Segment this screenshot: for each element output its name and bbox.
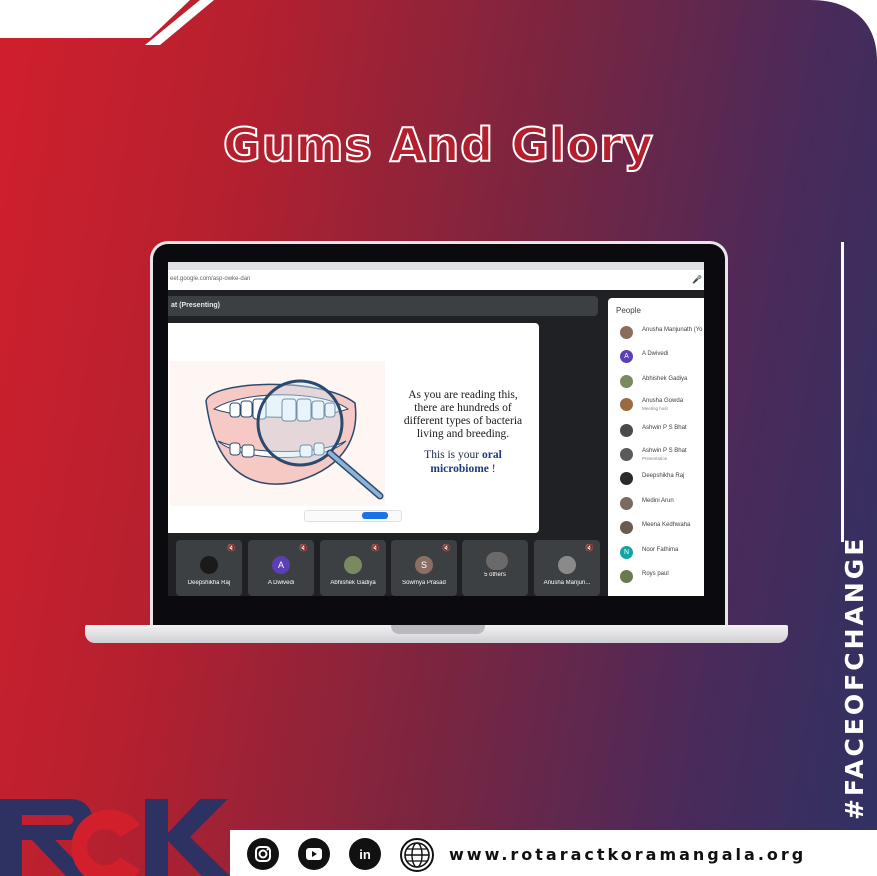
participant-avatar [620, 570, 633, 583]
participant-name: Anusha Manjunath (Yo [642, 327, 703, 333]
youtube-icon[interactable] [298, 838, 330, 870]
linkedin-icon[interactable]: in [349, 838, 381, 870]
participant-name: Ashwin P S Bhat [642, 448, 687, 454]
voice-search-icon[interactable]: 🎤 [692, 275, 702, 284]
participant-name: Meena Kedhwaha [642, 522, 691, 528]
participant-avatar: N [620, 546, 633, 559]
tile-name: Sowmya Prasad [402, 580, 446, 586]
participant-avatar [620, 521, 633, 534]
muted-mic-icon: 🔇 [442, 545, 451, 552]
poster-title: Gums And Glory [222, 117, 654, 173]
slide-line: As you are reading this, [408, 389, 518, 401]
participant-name: Anusha Gowda [642, 398, 684, 404]
participant-tile[interactable]: 🔇 Anusha Manjun... [534, 540, 600, 596]
tile-name: Abhishek Gadiya [330, 580, 376, 586]
top-accent-lines [0, 0, 214, 45]
participant-tile[interactable]: 🔇 Abhishek Gadiya [320, 540, 386, 596]
globe-icon[interactable] [400, 838, 434, 872]
participant-role: Presentation [642, 456, 668, 461]
participant-tile[interactable]: 🔇 S Sowmya Prasad [391, 540, 457, 596]
slide-suffix: ! [488, 463, 496, 475]
participant-name: Ashwin P S Bhat [642, 425, 687, 431]
presenting-bar [168, 296, 598, 316]
participant-avatar [620, 472, 633, 485]
participant-avatar [620, 326, 633, 339]
people-panel: People Anusha Manjunath (Yo A A Dwivedi Abh… [608, 298, 704, 596]
poster: Gums And Glory #FACEOFCHANGE eet.google.… [0, 0, 877, 876]
tile-avatar [558, 556, 576, 574]
tile-avatar: A [272, 556, 290, 574]
presenting-label: at (Presenting) [171, 302, 221, 309]
laptop-screen: eet.google.com/asp-owke-dan 🎤 at (Presen… [168, 262, 704, 596]
rck-logo [0, 799, 230, 876]
vertical-divider [841, 242, 844, 542]
participant-avatar [620, 448, 633, 461]
participant-avatar [620, 375, 633, 388]
tile-name: Deepshikha Raj [187, 580, 231, 586]
participant-name: Abhishek Gadiya [642, 376, 688, 382]
top-right-corner [810, 0, 877, 60]
tile-avatar [200, 556, 218, 574]
participant-role: Meeting host [642, 406, 668, 411]
people-title: People [616, 306, 641, 315]
presentation-slide: As you are reading this, there are hundr… [168, 323, 539, 586]
slide-body-text: As you are reading this, there are hundr… [394, 389, 532, 441]
hashtag-label: #FACEOFCHANGE [840, 535, 869, 820]
tile-avatar: S [415, 556, 433, 574]
participant-avatar: A [620, 350, 633, 363]
participant-avatar [620, 497, 633, 510]
website-link[interactable]: www.rotaractkoramangala.org [449, 845, 806, 864]
muted-mic-icon: 🔇 [299, 545, 308, 552]
muted-mic-icon: 🔇 [585, 545, 594, 552]
muted-mic-icon: 🔇 [371, 545, 380, 552]
instagram-icon[interactable] [247, 838, 279, 870]
participant-name: A Dwivedi [642, 351, 669, 357]
tile-name: 5 others [484, 572, 506, 578]
slide-line: different types of bacteria [403, 415, 523, 427]
laptop-notch [391, 625, 485, 634]
slide-line: there are hundreds of [414, 402, 512, 414]
tile-name: Anusha Manjun... [543, 580, 591, 586]
tile-name: A Dwivedi [267, 580, 295, 586]
participant-avatar [620, 398, 633, 411]
participant-tile[interactable]: 🔇 Deepshikha Raj [176, 540, 242, 596]
browser-tab-strip[interactable] [168, 262, 704, 270]
stop-sharing-button[interactable] [362, 512, 388, 519]
slide-prefix: This is your [424, 449, 480, 461]
url-text[interactable]: eet.google.com/asp-owke-dan [170, 276, 250, 282]
participant-avatar [620, 424, 633, 437]
participant-tile[interactable]: 5 others [462, 540, 528, 596]
participant-name: Medini Arun [642, 498, 674, 504]
participant-name: Deepshikha Raj [642, 473, 685, 479]
tile-avatar [344, 556, 362, 574]
participant-name: Noor Fathima [642, 547, 679, 553]
tile-avatar [486, 552, 508, 570]
slide-highlight-text: This is your oral microbiome ! [394, 448, 532, 476]
muted-mic-icon: 🔇 [227, 545, 236, 552]
slide-line: living and breeding. [416, 428, 510, 440]
participant-tile[interactable]: 🔇 A A Dwivedi [248, 540, 314, 596]
svg-text:in: in [359, 847, 371, 862]
participant-name: Roys paul [642, 571, 669, 577]
teeth-magnifier-illustration [170, 361, 385, 506]
